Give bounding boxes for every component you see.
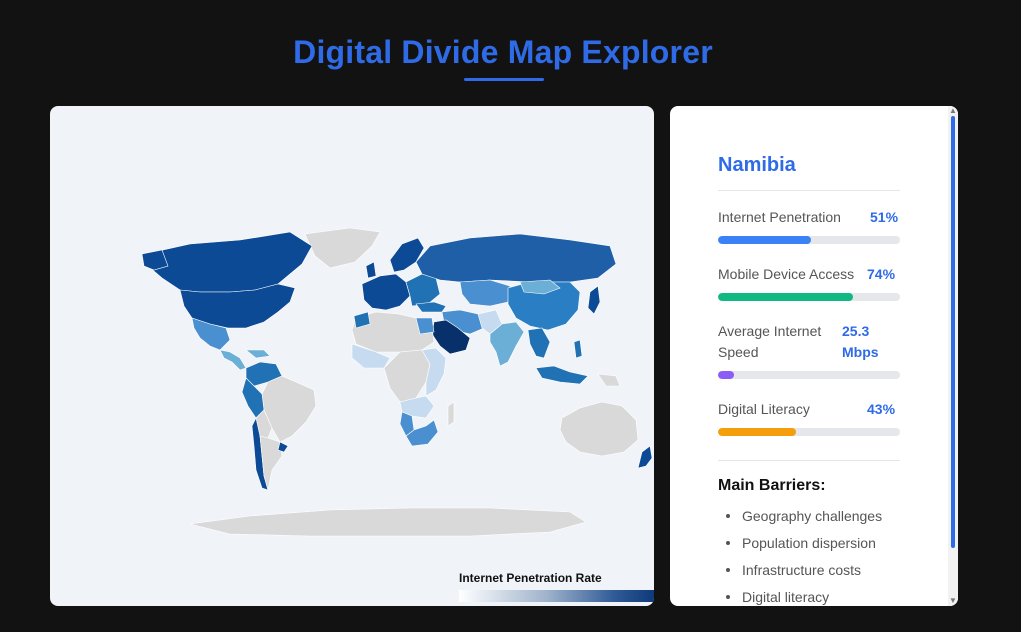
barrier-item: Digital literacy [725,587,882,606]
country-russia[interactable] [415,233,617,283]
progress-fill [718,236,811,244]
divider [718,190,900,191]
world-map-panel[interactable]: Internet Penetration Rate [50,106,654,606]
country-new-zealand[interactable] [637,445,653,469]
country-japan[interactable] [587,285,601,315]
country-philippines[interactable] [573,339,583,359]
metric-value: 43% [867,401,896,417]
divider [718,460,900,461]
progress-fill [718,428,797,436]
barriers-title: Main Barriers: [718,477,826,494]
barrier-item: Population dispersion [725,533,882,560]
barrier-item: Infrastructure costs [725,560,882,587]
country-southeast-asia[interactable] [527,327,551,359]
country-eastern-europe[interactable] [405,273,441,307]
country-madagascar[interactable] [447,401,455,427]
metric-label: Mobile Device Access [718,266,855,282]
metric-value: 51% [870,209,899,225]
country-western-europe[interactable] [361,273,411,311]
page-title: Digital Divide Map Explorer [293,34,713,70]
country-central-asia[interactable] [459,279,511,307]
country-central-america[interactable] [219,349,247,371]
title-underline [464,78,544,81]
metric-label: Internet Penetration [718,209,841,225]
scrollbar-thumb[interactable] [951,116,955,548]
legend-title: Internet Penetration Rate [459,571,602,585]
scrollbar[interactable]: ▲ ▼ [948,106,958,606]
progress-track [718,371,900,379]
world-map[interactable] [50,106,654,606]
country-indonesia[interactable] [535,365,589,385]
country-central-africa[interactable] [383,349,431,403]
scroll-down-arrow-icon[interactable]: ▼ [949,597,957,605]
scroll-up-arrow-icon[interactable]: ▲ [949,107,957,115]
legend-gradient [459,590,654,602]
country-details-panel[interactable]: Namibia Internet Penetration 51% Mobile … [670,106,958,606]
barriers-list: Geography challenges Population dispersi… [718,506,882,606]
barrier-item: Geography challenges [725,506,882,533]
progress-track [718,428,900,436]
country-turkey[interactable] [415,301,447,313]
metric-value: 74% [867,266,896,282]
country-uruguay[interactable] [277,441,289,453]
progress-track [718,236,900,244]
progress-fill [718,293,853,301]
country-caribbean[interactable] [245,349,271,359]
country-png[interactable] [597,373,621,387]
country-canada[interactable] [144,231,313,293]
country-greenland[interactable] [304,227,381,269]
country-antarctica[interactable] [189,507,587,537]
metric-value: 25.3 Mbps [842,323,879,360]
country-australia[interactable] [559,401,639,457]
progress-track [718,293,900,301]
metric-label: Average Internet Speed [718,323,822,360]
progress-fill [718,371,735,379]
country-uk[interactable] [365,261,377,279]
metric-label: Digital Literacy [718,401,810,417]
country-name: Namibia [718,154,796,176]
